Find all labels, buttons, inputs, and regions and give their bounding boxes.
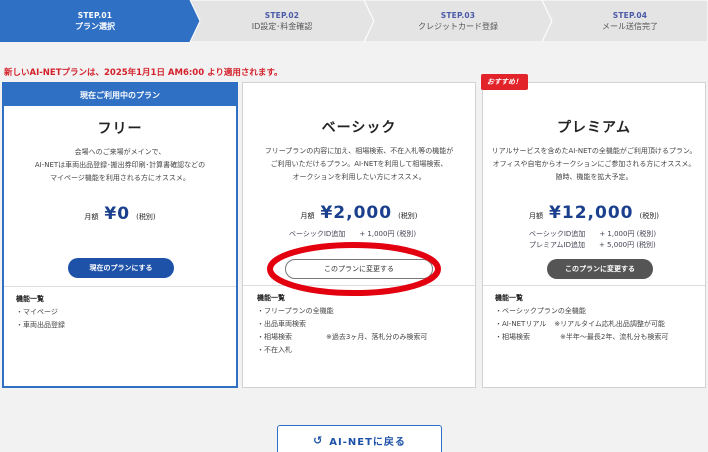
plan-card-free: 現在ご利用中のプラン フリー 会場へのご来場がメインで、 AI-NETは車両出品… [2, 82, 238, 388]
plan-description: 会場へのご来場がメインで、 AI-NETは車両出品登録･搬出券印刷･計算書確認な… [8, 146, 232, 185]
monthly-label: 月額 [300, 212, 315, 220]
price-amount: ¥0 [104, 204, 131, 224]
recommended-badge: おすすめ！ [481, 74, 528, 90]
addon-row: ベーシックID追加 + 1,000円 (税別) [289, 229, 416, 239]
feature-list: ・フリープランの全機能 ・出品車両検索 ・相場検索 ※過去3ヶ月、落札分のみ検索可… [257, 305, 427, 357]
addon-label: ベーシックID追加 [289, 230, 346, 238]
step-label: ID設定･料金確認 [251, 22, 313, 31]
plan-notice: 新しいAI-NETプランは、2025年1月1日 AM6:00 より適用されます。 [4, 68, 283, 78]
keep-current-plan-button[interactable]: 現在のプランにする [68, 258, 174, 278]
addon-value: + 5,000円 (税別) [598, 241, 656, 249]
feature-item: ・不在入札 [257, 346, 292, 354]
plan-price: 月額 ¥0 (税別) [4, 204, 236, 224]
step-label: クレジットカード登録 [418, 22, 498, 31]
feature-item: ・車両出品登録 [16, 321, 65, 329]
step-label: メール送信完了 [602, 22, 658, 31]
plan-price: 月額 ¥12,000 (税別) [483, 203, 705, 223]
plan-price: 月額 ¥2,000 (税別) [243, 203, 475, 223]
step-progress-bar: STEP.01 プラン選択 STEP.02 ID設定･料金確認 STEP.03 … [0, 0, 708, 42]
divider [243, 285, 475, 286]
desc-line: リアルサービスを含めたAI-NETの全機能がご利用頂けるプラン。 [491, 147, 697, 155]
plan-description: リアルサービスを含めたAI-NETの全機能がご利用頂けるプラン。 オフィスや自宅… [483, 145, 705, 184]
step-label: プラン選択 [75, 22, 115, 31]
addon-value: + 1,000円 (税別) [599, 230, 657, 238]
back-button-label: AI-NETに戻る [329, 436, 406, 448]
features-title: 機能一覧 [495, 294, 523, 302]
addon-row: プレミアムID追加 + 5,000円 (税別) [529, 240, 656, 250]
addon-value: + 1,000円 (税別) [359, 230, 417, 238]
plan-name: ベーシック [321, 120, 397, 136]
step-number: STEP.03 [440, 11, 476, 20]
change-to-premium-button[interactable]: このプランに変更する [547, 259, 653, 279]
feature-list: ・ベーシックプランの全機能 ・AI-NETリアル ※リアルタイム応札出品調整が可能… [495, 305, 668, 344]
divider [483, 285, 705, 286]
feature-item: ・ベーシックプランの全機能 [495, 307, 586, 315]
desc-line: 会場へのご来場がメインで、 [74, 148, 166, 156]
tax-label: (税別) [639, 212, 659, 220]
feature-item: ・相場検索 ※過去3ヶ月、落札分のみ検索可 [257, 333, 428, 341]
step-01: STEP.01 プラン選択 [0, 0, 190, 42]
features-title: 機能一覧 [257, 294, 285, 302]
plan-card-basic: ベーシック フリープランの内容に加え、相場検索、不在入札等の機能が ご利用いただ… [242, 82, 476, 388]
feature-item: ・マイページ [16, 308, 58, 316]
desc-line: オフィスや自宅からオークションにご参加される方にオススメ。 [492, 160, 696, 168]
monthly-label: 月額 [529, 212, 544, 220]
feature-item: ・AI-NETリアル ※リアルタイム応札出品調整が可能 [495, 320, 665, 328]
current-plan-header: 現在ご利用中のプラン [4, 84, 236, 106]
feature-list: ・マイページ ・車両出品登録 [16, 306, 65, 332]
tax-label: (税別) [398, 212, 418, 220]
step-02: STEP.02 ID設定･料金確認 [200, 0, 364, 42]
plan-name: フリー [97, 121, 143, 137]
step-number: STEP.02 [264, 11, 300, 20]
step-number: STEP.04 [612, 11, 648, 20]
desc-line: AI-NETは車両出品登録･搬出券印刷･計算書確認などの [34, 161, 206, 169]
feature-item: ・フリープランの全機能 [257, 307, 334, 315]
features-title: 機能一覧 [16, 295, 44, 303]
desc-line: マイページ機能を利用される方にオススメ。 [50, 174, 190, 182]
back-to-ainet-button[interactable]: ↺ AI-NETに戻る [277, 425, 442, 452]
addon-label: ベーシックID追加 [529, 230, 586, 238]
price-amount: ¥12,000 [549, 203, 634, 223]
price-amount: ¥2,000 [320, 203, 393, 223]
monthly-label: 月額 [84, 213, 99, 221]
plan-description: フリープランの内容に加え、相場検索、不在入札等の機能が ご利用いただけるプラン。… [247, 145, 471, 184]
plan-name: プレミアム [556, 120, 632, 136]
desc-line: 随時、機能を拡大予定。 [555, 173, 633, 181]
desc-line: オークションを利用したい方にオススメ。 [292, 173, 426, 181]
step-04: STEP.04 メール送信完了 [552, 0, 708, 42]
step-number: STEP.01 [77, 11, 113, 20]
feature-item: ・出品車両検索 [257, 320, 306, 328]
desc-line: ご利用いただけるプラン。AI-NETを利用して相場検索、 [270, 160, 448, 168]
step-03: STEP.03 クレジットカード登録 [374, 0, 542, 42]
undo-icon: ↺ [313, 433, 324, 447]
desc-line: フリープランの内容に加え、相場検索、不在入札等の機能が [264, 147, 454, 155]
change-to-basic-button[interactable]: このプランに変更する [285, 259, 433, 279]
divider [4, 286, 236, 287]
addon-row: ベーシックID追加 + 1,000円 (税別) [529, 229, 656, 239]
plan-card-premium: プレミアム リアルサービスを含めたAI-NETの全機能がご利用頂けるプラン。 オ… [482, 82, 706, 388]
addon-label: プレミアムID追加 [529, 241, 585, 249]
tax-label: (税別) [136, 213, 156, 221]
feature-item: ・相場検索 ※半年〜最長2年、流札分も検索可 [495, 333, 669, 341]
